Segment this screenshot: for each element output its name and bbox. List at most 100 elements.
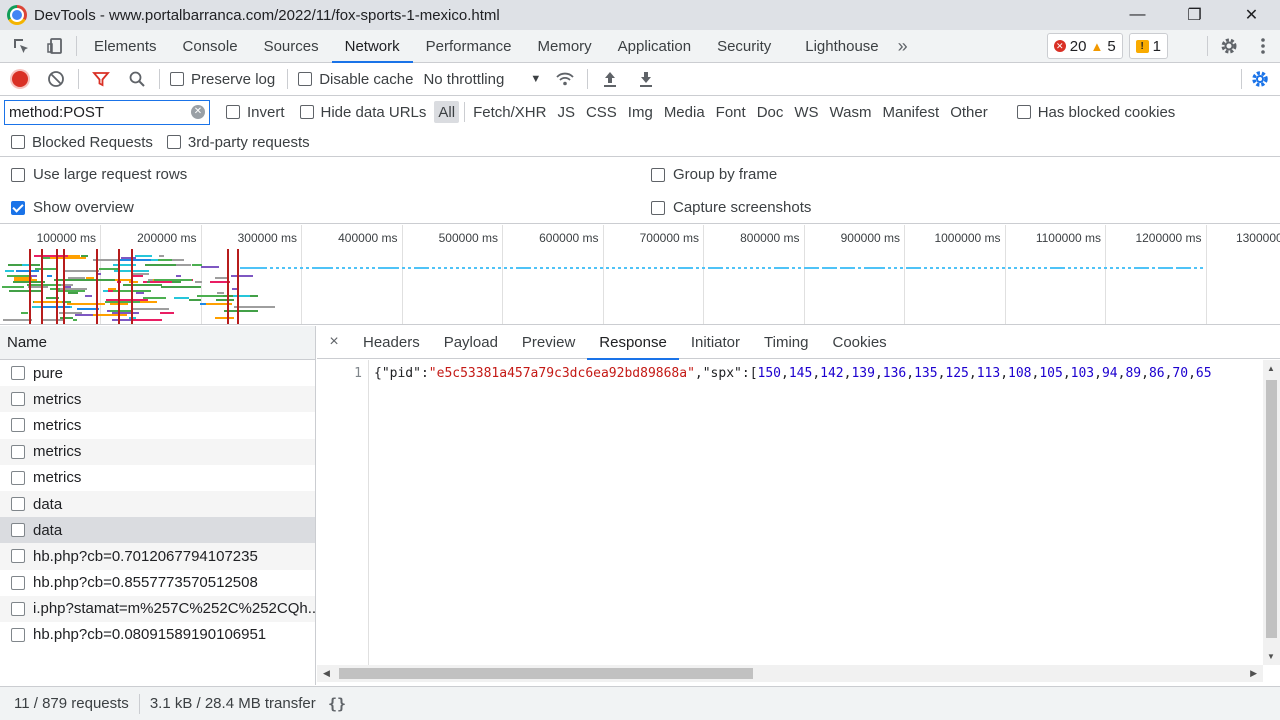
import-har-button[interactable] (592, 63, 628, 95)
settings-gear-icon[interactable] (1212, 31, 1246, 61)
tab-network[interactable]: Network (331, 30, 413, 63)
preserve-log-checkbox[interactable]: Preserve log (170, 71, 275, 88)
name-column-header[interactable]: Name (0, 326, 315, 360)
clear-button[interactable] (38, 63, 74, 95)
horizontal-scrollbar[interactable]: ◀ ▶ (317, 665, 1263, 682)
request-checkbox[interactable] (11, 601, 25, 616)
tab-timing[interactable]: Timing (752, 326, 820, 359)
tab-performance[interactable]: Performance (413, 30, 525, 62)
vertical-scroll-thumb[interactable] (1266, 380, 1277, 638)
type-filter-font[interactable]: Font (712, 101, 750, 123)
capture-screenshots-box[interactable] (651, 200, 665, 215)
info-issues-button[interactable]: ! 1 (1128, 33, 1168, 59)
request-checkbox[interactable] (11, 470, 25, 485)
tab-elements[interactable]: Elements (81, 30, 170, 62)
scroll-down-icon[interactable]: ▼ (1267, 652, 1275, 661)
request-checkbox[interactable] (11, 392, 25, 407)
response-editor[interactable]: 1 {"pid":"e5c53381a457a79c3dc6ea92bd8986… (317, 360, 1263, 665)
scroll-left-icon[interactable]: ◀ (323, 668, 330, 679)
third-party-box[interactable] (166, 135, 181, 149)
blocked-requests-checkbox[interactable]: Blocked Requests (11, 134, 153, 151)
close-detail-icon[interactable]: × (317, 333, 351, 351)
request-checkbox[interactable] (11, 497, 25, 512)
type-filter-media[interactable]: Media (660, 101, 709, 123)
tab-payload[interactable]: Payload (432, 326, 510, 359)
issues-counter-button[interactable]: ✕ 20 ▲ 5 (1046, 33, 1123, 59)
scroll-right-icon[interactable]: ▶ (1250, 668, 1257, 679)
tab-initiator[interactable]: Initiator (679, 326, 752, 359)
request-checkbox[interactable] (11, 549, 25, 564)
request-row[interactable]: data (0, 517, 315, 544)
request-row[interactable]: metrics (0, 438, 315, 465)
tab-memory[interactable]: Memory (525, 30, 605, 62)
capture-screenshots-checkbox[interactable]: Capture screenshots (651, 199, 811, 216)
tab-lighthouse[interactable]: Lighthouse (792, 30, 891, 62)
network-settings-button[interactable] (1242, 63, 1278, 95)
request-row[interactable]: hb.php?cb=0.8557773570512508 (0, 570, 315, 596)
group-by-frame-box[interactable] (651, 167, 665, 182)
disable-cache-checkbox[interactable]: Disable cache (298, 71, 413, 88)
invert-box[interactable] (226, 105, 240, 119)
tab-headers[interactable]: Headers (351, 326, 432, 359)
tab-response[interactable]: Response (587, 326, 679, 360)
request-checkbox[interactable] (11, 523, 25, 538)
request-row[interactable]: metrics (0, 386, 315, 413)
type-filter-img[interactable]: Img (624, 101, 657, 123)
device-toolbar-icon[interactable] (38, 31, 72, 61)
request-row[interactable]: hb.php?cb=0.08091589190106951 (0, 622, 315, 648)
blocked-requests-box[interactable] (11, 135, 25, 149)
type-filter-fetch-xhr[interactable]: Fetch/XHR (469, 101, 550, 123)
scroll-up-icon[interactable]: ▲ (1267, 364, 1275, 373)
type-filter-ws[interactable]: WS (790, 101, 822, 123)
request-checkbox[interactable] (11, 627, 25, 642)
request-row[interactable]: hb.php?cb=0.7012067794107235 (0, 543, 315, 570)
hide-data-urls-checkbox[interactable]: Hide data URLs (299, 104, 426, 121)
show-overview-box[interactable] (11, 200, 25, 215)
record-button[interactable] (2, 63, 38, 95)
network-overview-timeline[interactable]: 100000 ms 200000 ms 300000 ms 400000 ms 5000… (0, 225, 1280, 325)
hide-data-urls-box[interactable] (299, 105, 314, 119)
pretty-print-button[interactable]: {} (316, 695, 346, 713)
request-row[interactable]: pure (0, 360, 315, 386)
request-checkbox[interactable] (11, 575, 25, 590)
more-tabs-icon[interactable]: » (898, 36, 908, 57)
throttling-select[interactable]: No throttling ▼ (413, 71, 541, 88)
request-checkbox[interactable] (11, 444, 25, 459)
tab-sources[interactable]: Sources (251, 30, 332, 62)
type-filter-js[interactable]: JS (553, 101, 579, 123)
search-button[interactable] (119, 63, 155, 95)
filter-input[interactable]: method:POST ✕ (4, 99, 210, 125)
type-filter-wasm[interactable]: Wasm (826, 101, 876, 123)
tab-preview[interactable]: Preview (510, 326, 587, 359)
vertical-scrollbar[interactable]: ▲ ▼ (1263, 360, 1280, 665)
has-blocked-cookies-checkbox[interactable]: Has blocked cookies (1016, 104, 1175, 121)
request-checkbox[interactable] (11, 418, 25, 433)
inspect-element-icon[interactable] (4, 31, 38, 61)
request-row[interactable]: i.php?stamat=m%257C%252C%252CQh... (0, 595, 315, 622)
third-party-checkbox[interactable]: 3rd-party requests (166, 134, 310, 151)
export-har-button[interactable] (628, 63, 664, 95)
minimize-button[interactable]: — (1109, 0, 1166, 30)
more-options-icon[interactable] (1246, 31, 1280, 61)
horizontal-scroll-thumb[interactable] (339, 668, 753, 679)
type-filter-css[interactable]: CSS (582, 101, 621, 123)
filter-toggle-button[interactable] (83, 63, 119, 95)
close-window-button[interactable]: ✕ (1223, 0, 1280, 30)
preserve-log-box[interactable] (170, 72, 184, 86)
type-filter-doc[interactable]: Doc (753, 101, 788, 123)
restore-button[interactable]: ❐ (1166, 0, 1223, 30)
request-row[interactable]: data (0, 490, 315, 518)
request-row[interactable]: metrics (0, 465, 315, 491)
tab-application[interactable]: Application (605, 30, 704, 62)
type-filter-other[interactable]: Other (946, 101, 992, 123)
tab-cookies[interactable]: Cookies (820, 326, 898, 359)
network-conditions-button[interactable] (547, 63, 583, 95)
type-filter-all[interactable]: All (434, 101, 460, 123)
tab-console[interactable]: Console (170, 30, 251, 62)
large-rows-checkbox[interactable]: Use large request rows (11, 166, 187, 183)
group-by-frame-checkbox[interactable]: Group by frame (651, 166, 777, 183)
request-row[interactable]: metrics (0, 412, 315, 438)
invert-checkbox[interactable]: Invert (226, 104, 285, 121)
type-filter-manifest[interactable]: Manifest (879, 101, 944, 123)
disable-cache-box[interactable] (298, 72, 313, 86)
